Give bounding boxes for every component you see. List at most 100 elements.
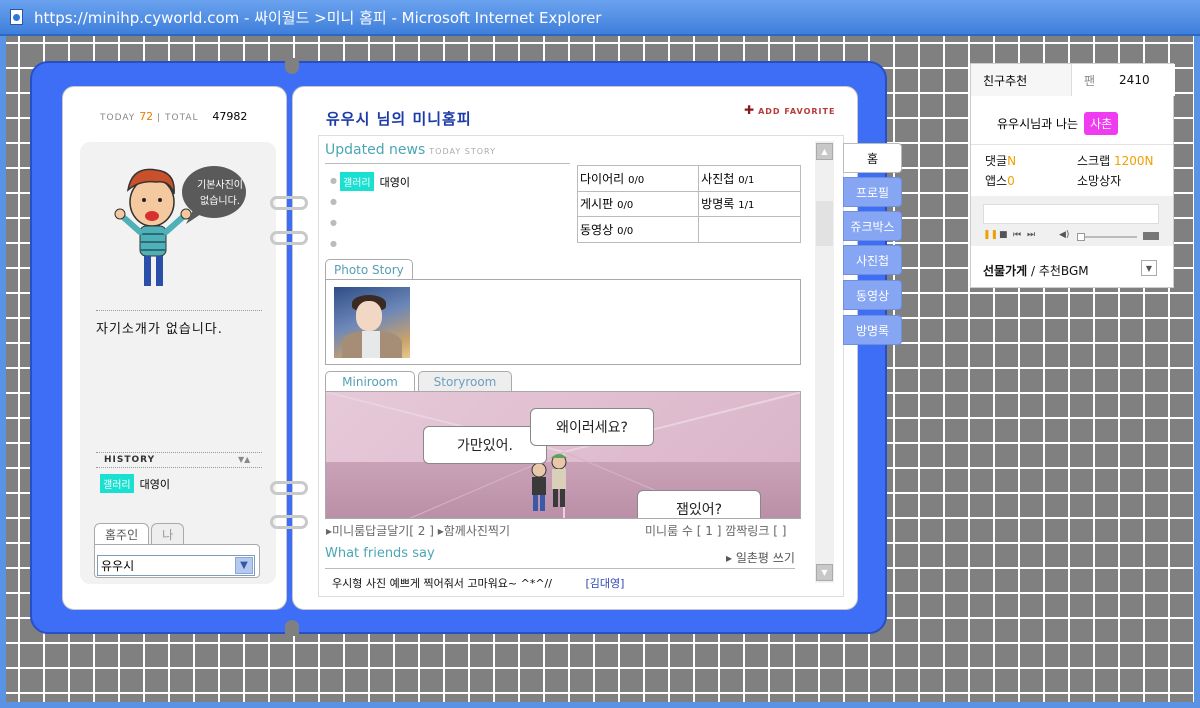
news-item-text: 대영이	[379, 175, 410, 189]
stat-guestbook-label: 방명록	[701, 197, 735, 212]
spine-notch-bottom	[285, 620, 299, 636]
stat-photo-value: 0/1	[738, 174, 755, 186]
friend-comment: 우시형 사진 예쁘게 찍어줘서 고마워요~ ^*^// [김대영]	[332, 575, 624, 591]
tab-me[interactable]: 나	[151, 523, 185, 545]
tab-friend-recommend[interactable]: 친구추천	[971, 64, 1071, 96]
today-label: TODAY	[100, 113, 136, 123]
relation-badge[interactable]: 사촌	[1084, 112, 1119, 135]
write-comment-link[interactable]: ▸ 일촌평 쓰기	[726, 549, 795, 566]
gift-shop-label: 선물가게	[983, 264, 1028, 278]
news-item-tag: 갤러리	[340, 172, 374, 191]
news-bullet-4: ●	[330, 239, 337, 248]
scrap-value: 1200	[1113, 154, 1145, 168]
updated-news-title: Updated news TODAY STORY	[325, 142, 496, 158]
tab-photo-album[interactable]: 사진첩	[843, 245, 902, 275]
widget-tabs: 친구추천 팬 2410	[971, 64, 1175, 96]
miniroom-bubble-2: 왜이러세요?	[530, 408, 654, 446]
spine-notch-top	[285, 58, 299, 74]
stat-guestbook[interactable]: 방명록 1/1	[698, 190, 801, 218]
stop-icon[interactable]: ■	[999, 230, 1008, 240]
relation-row: 유우시님과 나는 사촌	[997, 112, 1119, 135]
apps-stat[interactable]: 앱스0	[985, 172, 1015, 189]
bgm-track-display	[983, 204, 1159, 224]
miniroom-links-right[interactable]: 미니룸 수 [ 1 ] 깜짝링크 [ ]	[645, 522, 786, 539]
binder-ring-1	[270, 196, 308, 210]
volume-level-icon	[1143, 232, 1159, 240]
fan-label: 팬	[1084, 73, 1096, 88]
wish-box-link[interactable]: 소망상자	[1077, 172, 1121, 189]
news-divider	[325, 163, 570, 164]
tab-home[interactable]: 홈	[843, 143, 902, 173]
stat-diary[interactable]: 다이어리 0/0	[576, 165, 700, 192]
news-item[interactable]: 갤러리 대영이	[340, 172, 410, 191]
tab-guestbook[interactable]: 방명록	[843, 315, 902, 345]
stat-diary-value: 0/0	[628, 174, 645, 186]
miniroom-links-left[interactable]: ▸미니룸답글달기[ 2 ] ▸함께사진찍기	[326, 522, 510, 539]
miniroom-scene[interactable]: 가만있어. 왜이러세요? 잼있어?	[325, 391, 801, 519]
pause-icon[interactable]: ❚❚	[983, 230, 998, 240]
scroll-up-icon[interactable]: ▲	[816, 143, 833, 160]
updated-news-label: Updated news	[325, 142, 426, 158]
scrap-stat[interactable]: 스크랩 1200N	[1077, 152, 1153, 169]
history-toggle-icon[interactable]: ▼▲	[238, 455, 250, 464]
news-bullet-1: ●	[330, 176, 337, 185]
history-item[interactable]: 갤러리 대영이	[100, 474, 170, 493]
history-divider	[96, 452, 262, 453]
stat-photo[interactable]: 사진첩 0/1	[698, 165, 801, 192]
prev-icon[interactable]: ⏮	[1013, 230, 1021, 240]
profile-image	[90, 150, 262, 304]
stat-board-label: 게시판	[580, 197, 614, 212]
add-favorite-link[interactable]: ✚ ADD FAVORITE	[744, 103, 835, 117]
scroll-down-icon[interactable]: ▼	[816, 564, 833, 581]
history-text: 대영이	[139, 477, 170, 491]
miniroom-bubble-1: 가만있어.	[423, 426, 547, 464]
fan-count: 2410	[1119, 73, 1150, 87]
owner-select[interactable]: 유우시 ▼	[97, 555, 255, 576]
stat-video-label: 동영상	[580, 223, 614, 238]
stat-photo-label: 사진첩	[701, 171, 735, 186]
content-scrollbar[interactable]: ▲ ▼	[815, 141, 834, 583]
default-photo-text: 기본사진이 없습니다.	[197, 180, 243, 207]
history-divider-2	[96, 467, 262, 468]
add-favorite-label: ADD FAVORITE	[758, 107, 836, 116]
widget-divider-1	[971, 144, 1173, 145]
window-title: https://minihp.cyworld.com - 싸이월드 >미니 홈피…	[34, 8, 602, 27]
plus-icon: ✚	[744, 103, 756, 117]
miniroom-bubble-3: 잼있어?	[637, 490, 761, 518]
stat-board[interactable]: 게시판 0/0	[576, 190, 700, 218]
next-icon[interactable]: ⏭	[1027, 230, 1035, 240]
tab-profile[interactable]: 프로필	[843, 177, 902, 207]
chevron-down-icon[interactable]: ▼	[1141, 260, 1157, 276]
stat-empty	[698, 216, 801, 243]
history-tag: 갤러리	[100, 474, 134, 493]
volume-icon: ◀)	[1059, 230, 1070, 240]
scrap-label: 스크랩	[1077, 154, 1111, 168]
comment-author[interactable]: [김대영]	[585, 577, 624, 590]
intro-divider	[96, 310, 262, 311]
history-label: HISTORY	[104, 455, 156, 465]
side-widget: 친구추천 팬 2410 유우시님과 나는 사촌 댓글N 스크랩 1200N 앱스…	[970, 63, 1175, 288]
stat-board-value: 0/0	[617, 200, 634, 212]
tab-miniroom[interactable]: Miniroom	[325, 371, 415, 391]
tab-fan[interactable]: 팬 2410	[1071, 64, 1175, 96]
scroll-thumb[interactable]	[816, 201, 833, 246]
photo-story-thumbnail[interactable]	[334, 287, 410, 358]
default-avatar-illustration	[114, 166, 246, 286]
tab-video[interactable]: 동영상	[843, 280, 902, 310]
volume-slider[interactable]	[1077, 233, 1137, 241]
tab-storyroom[interactable]: Storyroom	[418, 371, 512, 391]
friends-divider	[325, 568, 795, 569]
chevron-down-icon[interactable]: ▼	[235, 557, 253, 574]
volume-knob[interactable]	[1077, 233, 1085, 241]
apps-label: 앱스	[985, 174, 1008, 188]
tab-jukebox[interactable]: 쥬크박스	[843, 211, 902, 241]
binder-ring-3	[270, 481, 308, 495]
stat-video[interactable]: 동영상 0/0	[576, 216, 700, 243]
tab-photo-story[interactable]: Photo Story	[325, 259, 413, 279]
gift-shop-row[interactable]: 선물가게 / 추천BGM	[983, 262, 1089, 279]
scrap-new-badge: N	[1144, 154, 1154, 168]
news-bullet-3: ●	[330, 218, 337, 227]
tab-owner[interactable]: 홈주인	[94, 523, 150, 545]
comments-stat[interactable]: 댓글N	[985, 152, 1016, 169]
news-bullet-2: ●	[330, 197, 337, 206]
